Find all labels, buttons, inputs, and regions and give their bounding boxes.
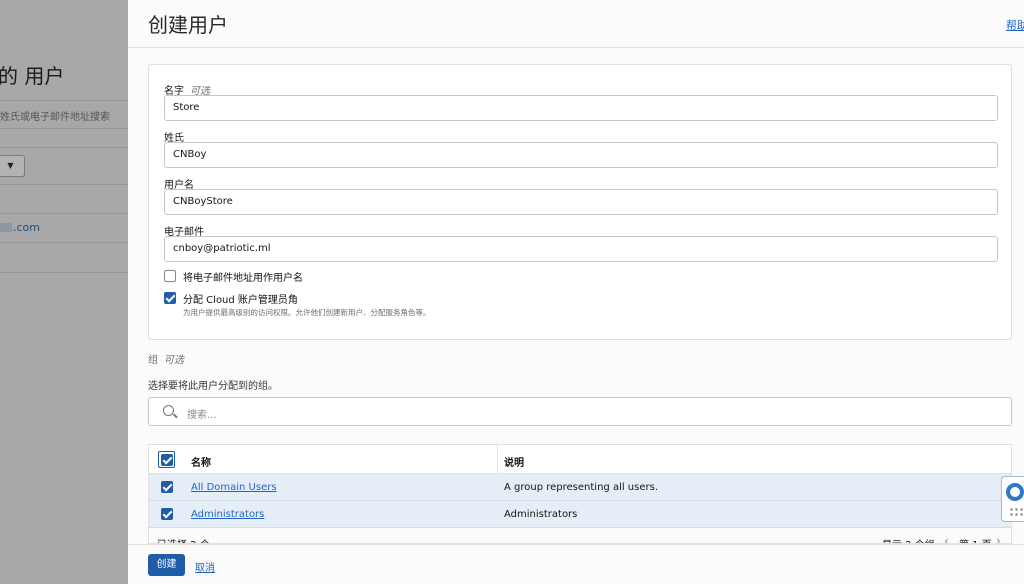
groups-section-label: 组可选 [148,355,184,366]
groups-table: 名称 说明 All Domain Users A group represent… [148,444,1012,544]
help-link[interactable]: 帮助 [1006,17,1024,33]
pagination-info: 显示 2 个组 [882,536,935,543]
previous-page-icon[interactable]: ‹ [944,534,949,543]
background-email-link: .com [0,221,40,234]
divider [0,147,128,148]
table-footer: 已选择 2 个 显示 2 个组 ‹ 第 1 页 › [149,529,1011,543]
divider [0,272,128,273]
divider [0,242,128,243]
cancel-button[interactable]: 取消 [195,559,215,574]
group-search-input[interactable]: 搜索... [148,397,1012,426]
floating-help-widget[interactable] [1001,476,1024,522]
next-page-icon[interactable]: › [996,534,1001,543]
divider [0,213,128,214]
group-description: Administrators [504,509,578,520]
page-indicator: 第 1 页 [959,536,992,543]
user-details-card: 名字 可选 Store 姓氏 CNBoy 用户名 CNBoyStore 电子邮件 … [148,64,1012,340]
email-field[interactable]: cnboy@patriotic.ml [164,236,998,262]
drawer-title: 创建用户 [148,13,228,37]
divider [0,128,128,129]
table-row[interactable]: All Domain Users A group representing al… [149,474,1011,501]
background-search-hint: 姓氏或电子邮件地址搜索 [0,112,110,123]
first-name-field[interactable]: Store [164,95,998,121]
background-email-text: .com [13,221,40,234]
column-header-description[interactable]: 说明 [504,454,524,469]
use-email-as-username-checkbox[interactable] [164,270,176,282]
row-checkbox[interactable] [161,508,173,520]
assign-admin-label: 分配 Cloud 账户管理员角 [183,295,298,306]
group-description: A group representing all users. [504,482,659,493]
assign-admin-help: 为用户提供最高级别的访问权限。允许他们创建新用户、分配服务角色等。 [183,308,431,317]
lifebuoy-icon[interactable] [1006,483,1024,501]
last-name-field[interactable]: CNBoy [164,142,998,168]
group-name-link[interactable]: All Domain Users [191,482,277,493]
table-header: 名称 说明 [149,445,1011,474]
background-page-title: 的 用户 [0,64,65,88]
create-user-drawer: 创建用户 帮助 名字 可选 Store 姓氏 CNBoy 用户名 CNBoySto… [128,0,1024,584]
background-dropdown: ▼ [0,155,25,177]
column-header-name[interactable]: 名称 [191,454,211,469]
drawer-footer: 创建 取消 [128,544,1024,584]
select-all-checkbox[interactable] [161,454,173,466]
drawer-header: 创建用户 帮助 [128,0,1024,48]
table-row[interactable]: Administrators Administrators [149,501,1011,528]
redacted-block [0,223,12,232]
optional-tag: 可选 [164,355,184,366]
username-field[interactable]: CNBoyStore [164,189,998,215]
groups-description: 选择要将此用户分配到的组。 [148,381,278,392]
drag-handle-icon[interactable] [1009,507,1023,517]
row-checkbox[interactable] [161,481,173,493]
assign-admin-checkbox[interactable] [164,292,176,304]
selected-count: 已选择 2 个 [157,536,210,543]
use-email-as-username-label: 将电子邮件地址用作用户名 [183,273,303,284]
group-name-link[interactable]: Administrators [191,509,264,520]
column-divider [497,445,498,474]
background-page: 的 用户 姓氏或电子邮件地址搜索 ▼ .com [0,0,128,584]
search-placeholder: 搜索... [187,410,217,421]
divider [0,100,128,101]
create-button[interactable]: 创建 [148,554,185,576]
search-icon [163,405,174,416]
divider [0,184,128,185]
